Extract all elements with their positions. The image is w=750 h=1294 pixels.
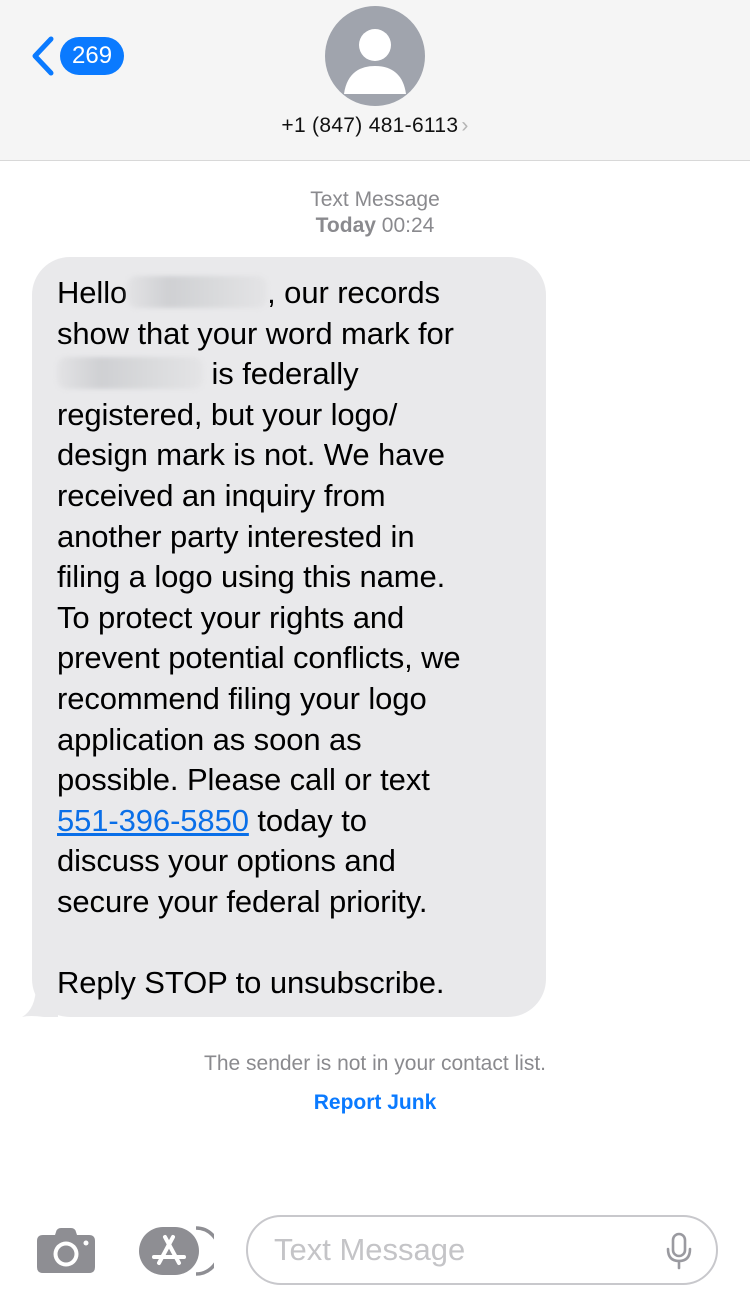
- time-label: 00:24: [381, 214, 435, 237]
- message-line-1: , our records: [267, 275, 440, 310]
- message-line-2: show that your word mark for: [57, 315, 454, 351]
- message-input-field[interactable]: [246, 1215, 718, 1285]
- incoming-message[interactable]: Hello , our records show that your word m…: [22, 257, 546, 1017]
- redacted-name: [127, 276, 268, 308]
- message-timestamp: Text Message Today 00:24: [0, 187, 750, 239]
- date-time: Today 00:24: [0, 213, 750, 239]
- message-text: Hello , our records show that your word m…: [57, 273, 522, 1004]
- back-button[interactable]: 269: [30, 36, 125, 76]
- contact-title[interactable]: +1 (847) 481-6113 ›: [0, 114, 750, 138]
- contact-number: +1 (847) 481-6113: [281, 114, 459, 137]
- chevron-right-icon: ›: [461, 114, 469, 137]
- message-closing: discuss your options and secure your fed…: [57, 843, 445, 1001]
- app-store-button[interactable]: [138, 1226, 221, 1281]
- message-greeting: Hello: [57, 275, 128, 310]
- message-text-input[interactable]: [274, 1227, 654, 1273]
- day-label: Today: [315, 214, 376, 237]
- app-store-icon: [139, 1226, 221, 1276]
- redacted-mark: [57, 357, 203, 390]
- chevron-left-icon: [32, 36, 54, 76]
- microphone-icon: [666, 1232, 692, 1270]
- avatar[interactable]: [325, 6, 425, 106]
- dictation-button[interactable]: [666, 1232, 692, 1275]
- report-junk-row: Report Junk: [0, 1091, 750, 1115]
- camera-icon: [37, 1228, 95, 1273]
- message-line-3: is federally: [203, 356, 359, 392]
- message-bubble: Hello , our records show that your word m…: [32, 257, 546, 1017]
- person-icon: [344, 29, 406, 94]
- camera-button[interactable]: [36, 1226, 96, 1279]
- unknown-sender-notice: The sender is not in your contact list.: [204, 1052, 546, 1075]
- unread-count-badge: 269: [60, 37, 125, 75]
- report-junk-link[interactable]: Report Junk: [314, 1091, 437, 1114]
- conversation-header: 269 +1 (847) 481-6113 ›: [0, 0, 750, 161]
- service-label: Text Message: [310, 188, 440, 211]
- phone-number-link[interactable]: 551-396-5850: [57, 803, 249, 838]
- message-body: registered, but your logo/ design mark i…: [57, 396, 461, 798]
- message-after-link: today to: [248, 802, 367, 838]
